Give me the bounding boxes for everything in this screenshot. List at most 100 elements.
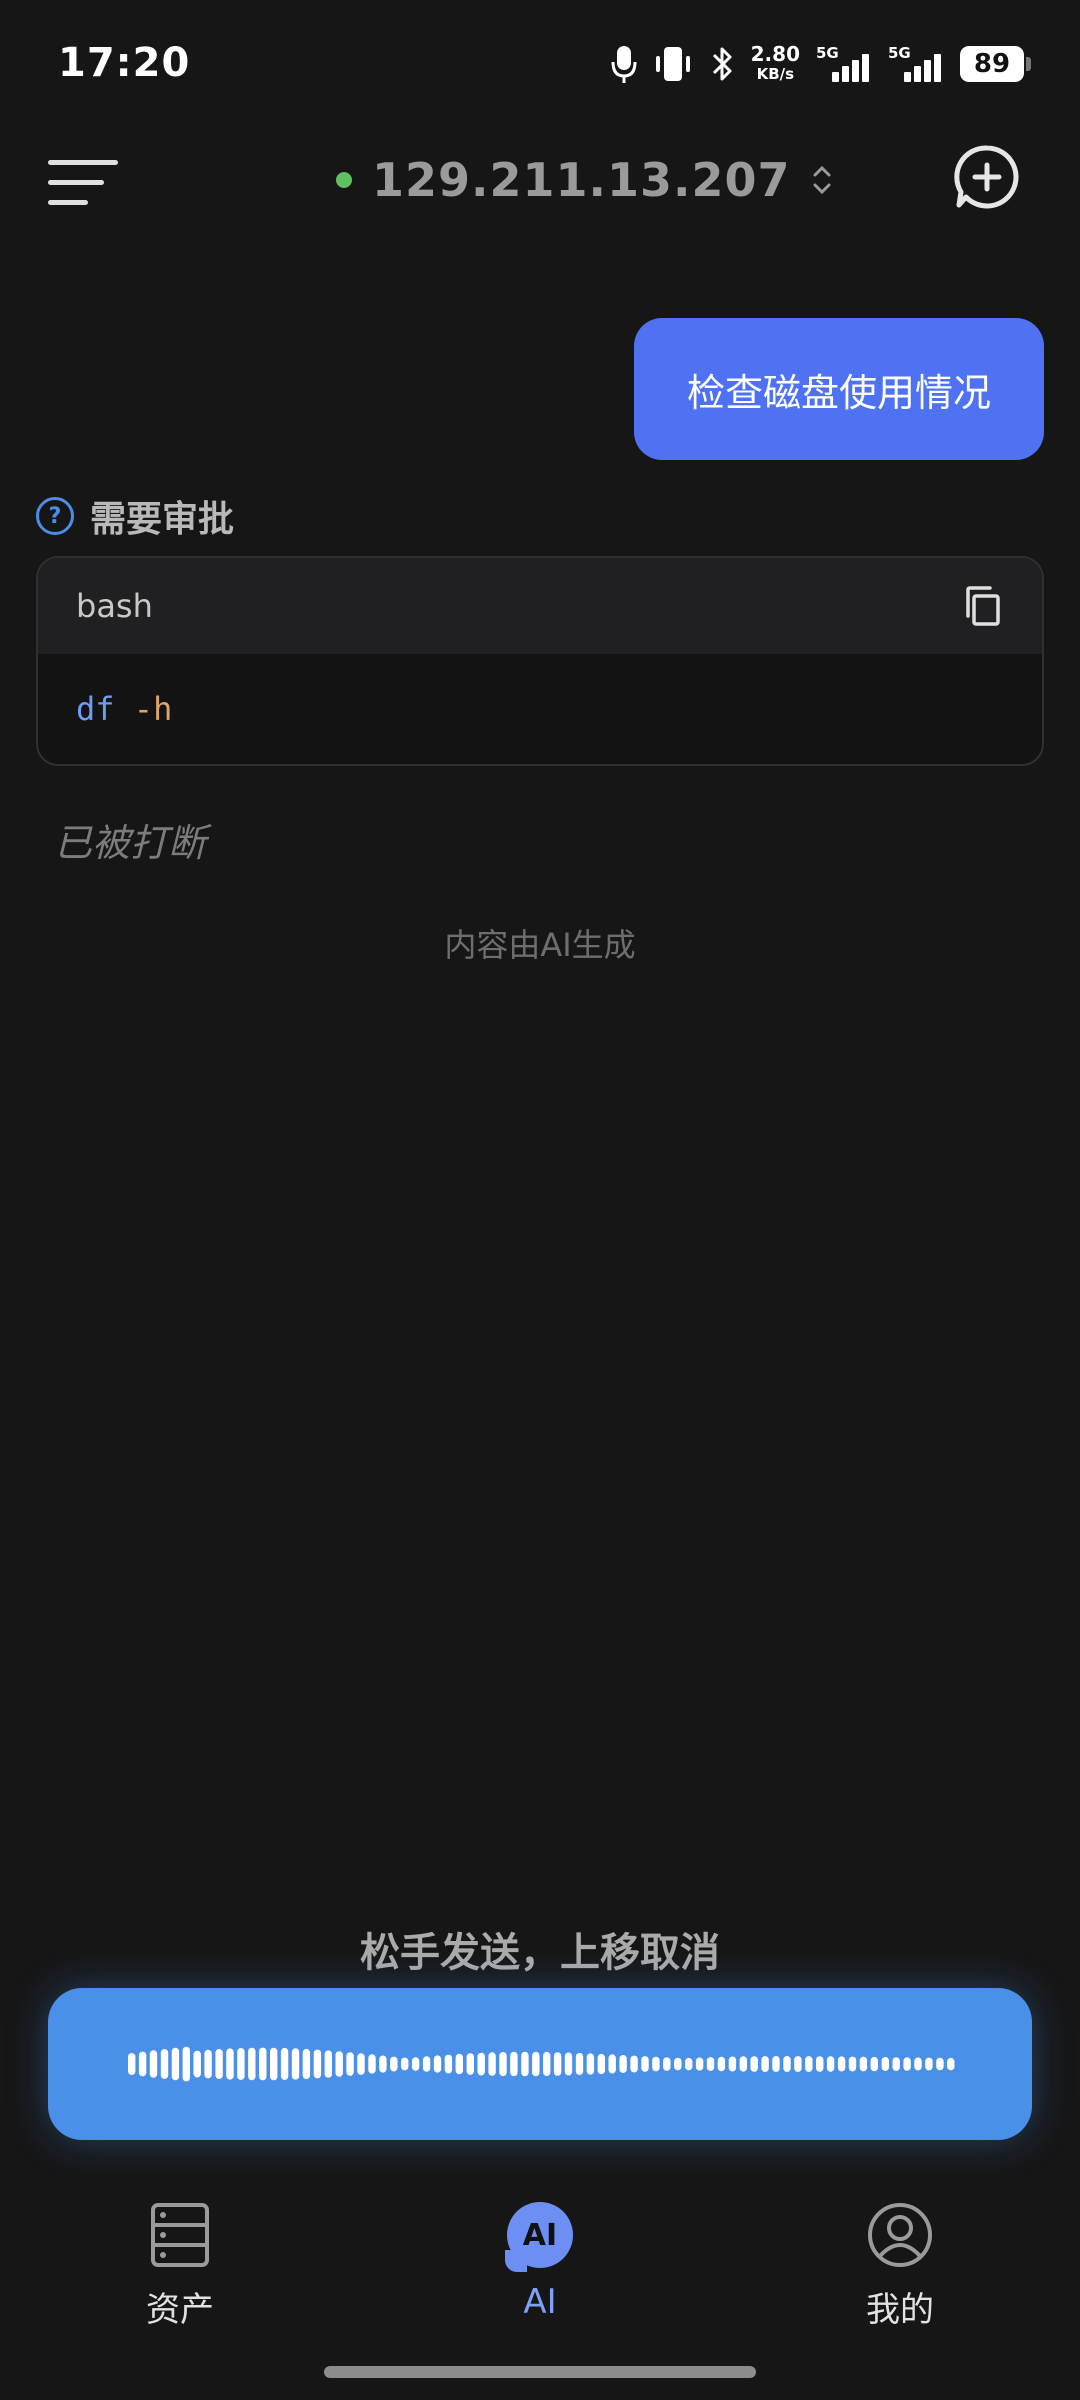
waveform-bar [270,2047,278,2081]
voice-hint: 松手发送，上移取消 [360,1930,720,1976]
home-indicator [324,2366,756,2378]
waveform-bar [422,2056,431,2072]
waveform-bar [368,2054,376,2074]
waveform-bar [346,2052,354,2076]
voice-record-button[interactable] [48,1988,1032,2140]
waveform-bar [652,2056,660,2072]
menu-icon[interactable] [48,150,120,210]
waveform [128,2046,955,2082]
nav-label-profile: 我的 [866,2290,934,2330]
status-time: 17:20 [58,40,191,86]
ai-badge-text: AI [522,2217,558,2253]
waveform-bar [870,2056,878,2072]
top-bar: 129.211.13.207 [0,130,1080,230]
approval-title: 需要审批 [90,499,235,540]
waveform-bar [925,2057,933,2071]
code-language: bash [76,587,153,625]
waveform-bar [575,2052,584,2075]
server-stack-icon [151,2203,209,2267]
nav-item-ai[interactable]: AI AI [440,2200,640,2340]
sim1-label: 5G [816,44,839,62]
waveform-bar [128,2053,136,2075]
network-speed-unit: KB/s [756,65,795,83]
code-content: df -h [38,654,1042,764]
waveform-bar [794,2056,802,2072]
waveform-bar [324,2050,332,2078]
approval-header: ? 需要审批 [36,490,234,542]
waveform-bar [859,2056,868,2072]
waveform-bar [892,2057,900,2071]
waveform-bar [411,2057,420,2071]
copy-icon[interactable] [962,584,1002,628]
waveform-bar [739,2056,747,2072]
ai-generated-note: 内容由AI生成 [444,926,636,964]
waveform-bar [816,2056,824,2072]
user-message-bubble: 检查磁盘使用情况 [634,318,1044,460]
chevron-updown-icon [813,165,830,195]
waveform-bar [608,2054,616,2074]
network-speed: 2.80 KB/s [751,44,800,84]
bottom-nav: 资产 AI AI 我的 [0,2180,1080,2350]
waveform-bar [171,2047,180,2081]
waveform-bar [401,2057,409,2071]
waveform-bar [499,2052,507,2077]
waveform-bar [641,2056,649,2072]
battery-level: 89 [973,49,1011,79]
waveform-bar [936,2057,944,2071]
waveform-bar [335,2051,343,2077]
waveform-bar [619,2055,627,2073]
waveform-bar [772,2056,780,2072]
server-selector[interactable]: 129.211.13.207 [336,148,833,212]
waveform-bar [237,2048,245,2080]
signal-icon: 5G [816,42,872,86]
waveform-bar [663,2057,671,2071]
waveform-bar [444,2054,453,2074]
waveform-bar [750,2056,758,2072]
nav-item-assets[interactable]: 资产 [80,2200,280,2340]
waveform-bar [313,2049,322,2079]
waveform-bar [826,2056,835,2072]
ai-chat-icon: AI [505,2200,575,2272]
waveform-bar [837,2056,846,2072]
waveform-bar [160,2049,169,2079]
status-bar: 17:20 2.80 KB/s 5G 5G 89 [0,0,1080,130]
waveform-bar [204,2049,212,2079]
waveform-bar [226,2048,234,2080]
waveform-bar [259,2047,267,2081]
waveform-bar [521,2051,529,2077]
waveform-bar [761,2056,769,2072]
nav-item-profile[interactable]: 我的 [800,2200,1000,2340]
microphone-icon [611,46,637,83]
nav-label-ai: AI [523,2282,557,2322]
bluetooth-icon [712,47,732,81]
waveform-bar [455,2053,463,2075]
waveform-bar [674,2057,682,2071]
user-circle-icon [868,2203,932,2267]
waveform-bar [291,2048,300,2080]
code-block: bash df -h [36,556,1044,766]
waveform-bar [182,2046,190,2082]
waveform-bar [695,2057,704,2071]
waveform-bar [630,2055,638,2073]
waveform-bar [728,2056,737,2072]
waveform-bar [553,2052,562,2076]
app-screen: 17:20 2.80 KB/s 5G 5G 89 129.211.13.207 … [0,0,1080,2400]
waveform-bar [193,2050,201,2078]
waveform-bar [280,2047,289,2080]
waveform-bar [805,2056,813,2072]
battery-icon: 89 [960,46,1031,82]
nav-label-assets: 资产 [146,2290,214,2330]
help-icon[interactable]: ? [36,497,74,535]
status-icons: 2.80 KB/s 5G 5G 89 [611,42,1031,86]
waveform-bar [903,2057,911,2071]
waveform-bar [390,2056,398,2072]
waveform-bar [248,2047,256,2081]
waveform-bar [543,2051,551,2076]
waveform-bar [881,2057,889,2071]
signal-icon: 5G [888,42,944,86]
add-chat-icon[interactable] [954,144,1020,210]
waveform-bar [302,2048,311,2080]
waveform-bar [586,2053,595,2075]
waveform-bar [717,2056,726,2072]
vibrate-icon [655,47,690,81]
